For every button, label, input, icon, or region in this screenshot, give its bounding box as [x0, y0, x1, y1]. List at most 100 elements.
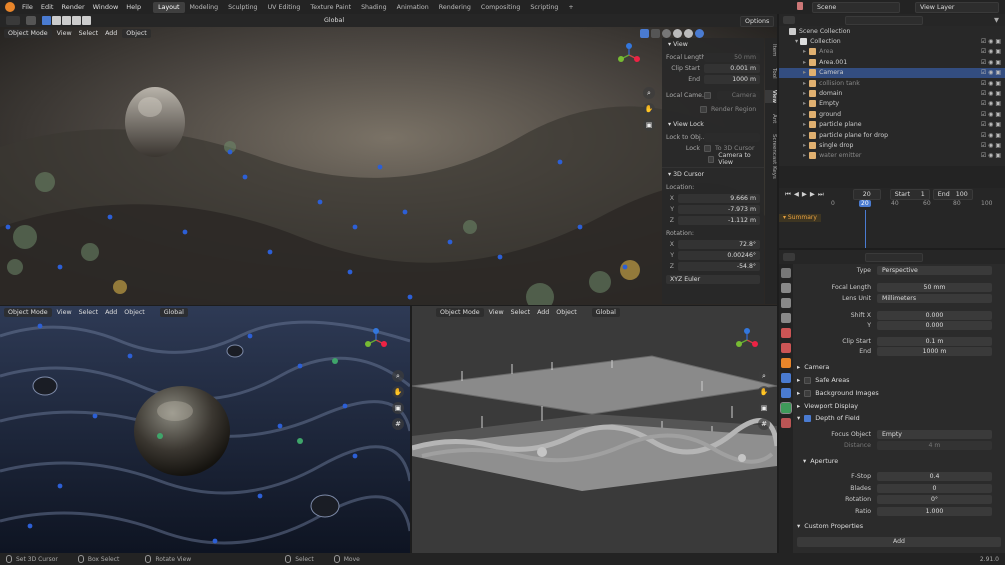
timeline-ruler[interactable]: 0 20 40 60 80 100	[823, 200, 1005, 210]
bl-menu-add[interactable]: Add	[103, 309, 119, 316]
outliner-row[interactable]: ▸ Area ☑ ◉ ▣	[779, 47, 1005, 57]
current-frame-field[interactable]: 20	[852, 188, 881, 200]
shift-x-field[interactable]: 0.000	[877, 310, 992, 320]
main-mode-select[interactable]: Object Mode	[4, 29, 52, 38]
menu-render[interactable]: Render	[57, 3, 88, 11]
select-mode-invert-icon[interactable]	[72, 16, 81, 25]
sidebar-tab-screencast-keys[interactable]: Screencast Keys	[765, 134, 777, 179]
main-menu-object[interactable]: Object	[122, 29, 151, 38]
camera-view-icon[interactable]: ▣	[643, 119, 655, 131]
outliner-visibility-icon[interactable]: ☑ ◉ ▣	[981, 100, 1001, 107]
constraints-tab-icon[interactable]	[781, 388, 791, 398]
bl-menu-object[interactable]: Object	[122, 309, 147, 316]
fstop-field[interactable]: 0.4	[877, 471, 992, 481]
br-menu-view[interactable]: View	[487, 309, 506, 316]
bl-pan-hand-icon[interactable]: ✋	[392, 386, 404, 398]
to-3d-cursor-checkbox[interactable]	[704, 144, 711, 152]
menu-help[interactable]: Help	[122, 3, 145, 11]
menu-edit[interactable]: Edit	[37, 3, 58, 11]
outliner-visibility-icon[interactable]: ☑ ◉ ▣	[981, 80, 1001, 87]
outliner-row[interactable]: ▸ collision tank ☑ ◉ ▣	[779, 78, 1005, 88]
outliner-visibility-icon[interactable]: ☑ ◉ ▣	[981, 111, 1001, 118]
end-frame-field[interactable]: End 100	[932, 188, 973, 200]
sidebar-tab-ant[interactable]: Ant	[765, 114, 777, 123]
br-camera-view-icon[interactable]: ▣	[758, 402, 770, 414]
rotation-prop-field[interactable]: 0°	[877, 494, 992, 504]
br-menu-add[interactable]: Add	[535, 309, 551, 316]
clip-start-field[interactable]: 0.001 m	[704, 63, 760, 73]
clip-start-prop-field[interactable]: 0.1 m	[877, 336, 992, 346]
outliner-row[interactable]: ▸ Area.001 ☑ ◉ ▣	[779, 57, 1005, 67]
main-viewport[interactable]: Object Mode View Select Add Object ⌕ ✋ ▣	[0, 27, 777, 305]
focal-length-prop-field[interactable]: 50 mm	[877, 282, 992, 292]
outliner-visibility-icon[interactable]: ☑ ◉ ▣	[981, 48, 1001, 55]
object-tab-icon[interactable]	[781, 358, 791, 368]
navigation-gizmo-icon[interactable]	[617, 43, 641, 67]
cursor-z-field[interactable]: -1.112 m	[678, 215, 760, 225]
outliner-expand-icon[interactable]: ▸	[803, 121, 806, 128]
render-region-checkbox[interactable]	[700, 105, 707, 113]
tab-shading[interactable]: Shading	[356, 2, 392, 13]
custom-properties-section[interactable]: ▾ Custom Properties	[797, 522, 863, 530]
jump-start-icon[interactable]: ⏮	[785, 190, 791, 199]
blender-logo-icon[interactable]	[5, 2, 15, 12]
rotation-mode-select[interactable]: XYZ Euler	[666, 274, 760, 284]
outliner-row[interactable]: ▸ Camera ☑ ◉ ▣	[779, 67, 1005, 78]
render-tab-icon[interactable]	[781, 283, 791, 293]
bl-zoom-icon[interactable]: ⌕	[392, 370, 404, 382]
tab-uv-editing[interactable]: UV Editing	[263, 2, 306, 13]
texture-tab-icon[interactable]	[781, 418, 791, 428]
cursor-rot-z-field[interactable]: -54.8°	[678, 261, 760, 271]
cursor-x-field[interactable]: 9.666 m	[678, 193, 760, 203]
menu-file[interactable]: File	[18, 3, 37, 11]
bl-navigation-gizmo-icon[interactable]	[364, 328, 388, 352]
outliner-expand-icon[interactable]: ▸	[803, 69, 806, 76]
br-zoom-icon[interactable]: ⌕	[758, 370, 770, 382]
transform-orientation[interactable]: Global	[322, 17, 346, 24]
viewport-display-section[interactable]: ▸ Viewport Display	[797, 402, 858, 410]
add-workspace-button[interactable]: +	[563, 2, 578, 13]
shading-solid-icon[interactable]	[673, 29, 682, 38]
outliner-expand-icon[interactable]: ▸	[803, 152, 806, 159]
tab-scripting[interactable]: Scripting	[525, 2, 563, 13]
next-key-icon[interactable]: ▶	[810, 190, 815, 198]
sidebar-tab-item[interactable]: Item	[765, 44, 777, 57]
main-menu-add[interactable]: Add	[103, 30, 119, 37]
clip-end-field[interactable]: 1000 m	[704, 74, 760, 84]
outliner-editor-type-icon[interactable]	[783, 16, 795, 24]
add-property-button[interactable]: Add	[797, 537, 1001, 547]
cursor-rot-y-field[interactable]: 0.00246°	[678, 250, 760, 260]
outliner-search-input[interactable]	[845, 15, 923, 25]
outliner-visibility-icon[interactable]: ☑ ◉ ▣	[981, 121, 1001, 128]
outliner-visibility-icon[interactable]: ☑ ◉ ▣	[981, 132, 1001, 139]
view-layer-selector[interactable]: View Layer	[915, 2, 999, 13]
bottom-right-viewport[interactable]: Object Mode View Select Add Object Globa…	[412, 306, 777, 553]
outliner-expand-icon[interactable]: ▸	[803, 111, 806, 118]
depth-of-field-section[interactable]: ▾ Depth of Field	[797, 414, 860, 422]
tab-modeling[interactable]: Modeling	[185, 2, 224, 13]
scene-collection-row[interactable]: Scene Collection	[779, 26, 1005, 36]
background-images-section[interactable]: ▸ Background Images	[797, 389, 879, 397]
outliner-expand-icon[interactable]: ▸	[803, 90, 806, 97]
bl-menu-select[interactable]: Select	[77, 309, 100, 316]
safe-areas-section[interactable]: ▸ Safe Areas	[797, 376, 849, 384]
3d-cursor-header[interactable]: ▾ 3D Cursor	[662, 167, 764, 181]
aperture-section[interactable]: ▾ Aperture	[803, 457, 838, 465]
camera-section[interactable]: ▸ Camera	[797, 363, 829, 371]
outliner-visibility-icon[interactable]: ☑ ◉ ▣	[981, 152, 1001, 159]
menu-window[interactable]: Window	[89, 3, 123, 11]
select-mode-new-icon[interactable]	[42, 16, 51, 25]
pan-hand-icon[interactable]: ✋	[643, 103, 655, 115]
collection-visibility[interactable]: ☑ ◉ ▣	[981, 38, 1001, 45]
br-menu-object[interactable]: Object	[554, 309, 579, 316]
start-frame-field[interactable]: Start 1	[889, 188, 930, 200]
sidebar-tab-view[interactable]: View	[765, 90, 777, 104]
outliner-expand-icon[interactable]: ▸	[803, 59, 806, 66]
tab-animation[interactable]: Animation	[392, 2, 434, 13]
tab-sculpting[interactable]: Sculpting	[223, 2, 262, 13]
summary-channel[interactable]: ▾ Summary	[779, 214, 821, 222]
world-tab-icon[interactable]	[781, 343, 791, 353]
background-images-checkbox[interactable]	[804, 389, 812, 397]
local-camera-field[interactable]: Camera	[717, 90, 760, 100]
ratio-field[interactable]: 1.000	[877, 506, 992, 516]
